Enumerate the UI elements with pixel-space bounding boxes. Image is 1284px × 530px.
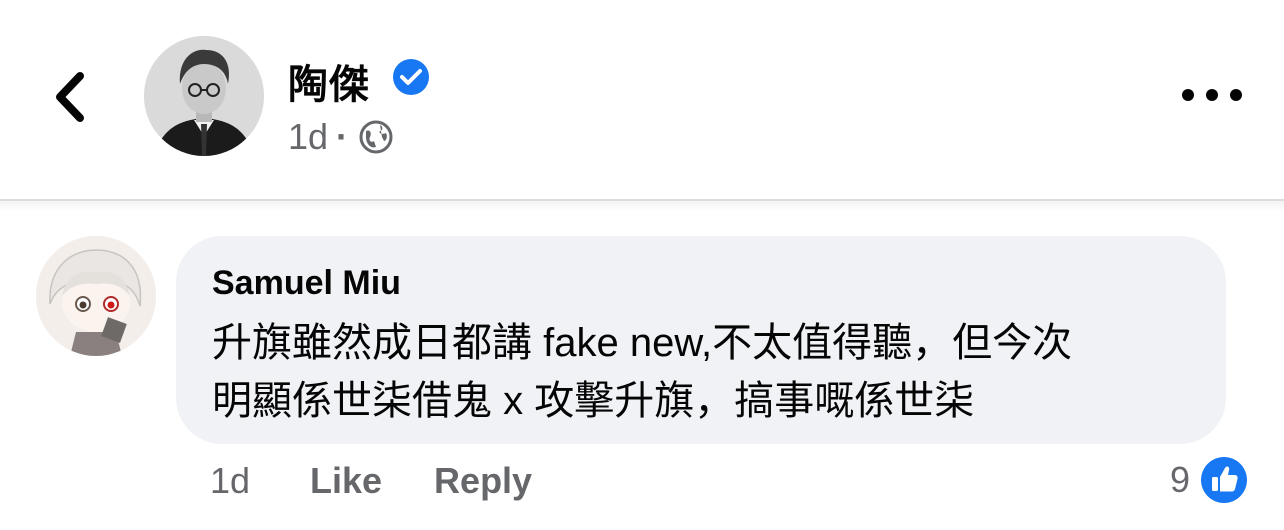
reaction-summary[interactable]: 9 <box>1170 456 1248 504</box>
comment-text-line-1: 升旗雖然成日都講 fake new,不太值得聽，但今次 <box>212 321 1073 365</box>
post-time[interactable]: 1d <box>288 116 328 158</box>
post-author-name[interactable]: 陶傑 <box>288 52 370 110</box>
header-divider-shadow <box>0 201 1284 211</box>
back-button[interactable] <box>48 70 98 124</box>
author-avatar[interactable] <box>144 36 264 156</box>
post-meta: 1d · <box>288 116 394 158</box>
author-photo <box>144 36 264 156</box>
like-button[interactable]: Like <box>310 460 382 502</box>
chevron-left-icon <box>56 72 84 122</box>
comment-author-name[interactable]: Samuel Miu <box>212 264 401 303</box>
comment-text: 升旗雖然成日都講 fake new,不太值得聽，但今次 明顯係世柒借鬼 x 攻擊… <box>212 314 1202 430</box>
more-horizontal-icon-dot2 <box>1206 89 1218 101</box>
like-reaction-icon <box>1201 457 1247 503</box>
reaction-count: 9 <box>1169 459 1190 500</box>
meta-separator: · <box>336 116 349 157</box>
globe-icon <box>359 120 393 154</box>
comment-text-line-2: 明顯係世柒借鬼 x 攻擊升旗，搞事嘅係世柒 <box>212 379 975 423</box>
more-options-button[interactable] <box>1182 80 1242 110</box>
comment-actions: 1d Like Reply <box>210 460 584 502</box>
comment-time[interactable]: 1d <box>210 460 310 502</box>
commenter-avatar[interactable] <box>36 236 156 356</box>
commenter-photo <box>36 236 156 356</box>
more-horizontal-icon-dot3 <box>1230 89 1242 101</box>
verified-badge-icon <box>393 59 429 95</box>
comment-bubble: Samuel Miu 升旗雖然成日都講 fake new,不太值得聽，但今次 明… <box>176 236 1226 444</box>
more-horizontal-icon-dot1 <box>1182 89 1194 101</box>
post-header: 陶傑 1d · <box>0 0 1284 200</box>
reply-button[interactable]: Reply <box>434 460 532 502</box>
